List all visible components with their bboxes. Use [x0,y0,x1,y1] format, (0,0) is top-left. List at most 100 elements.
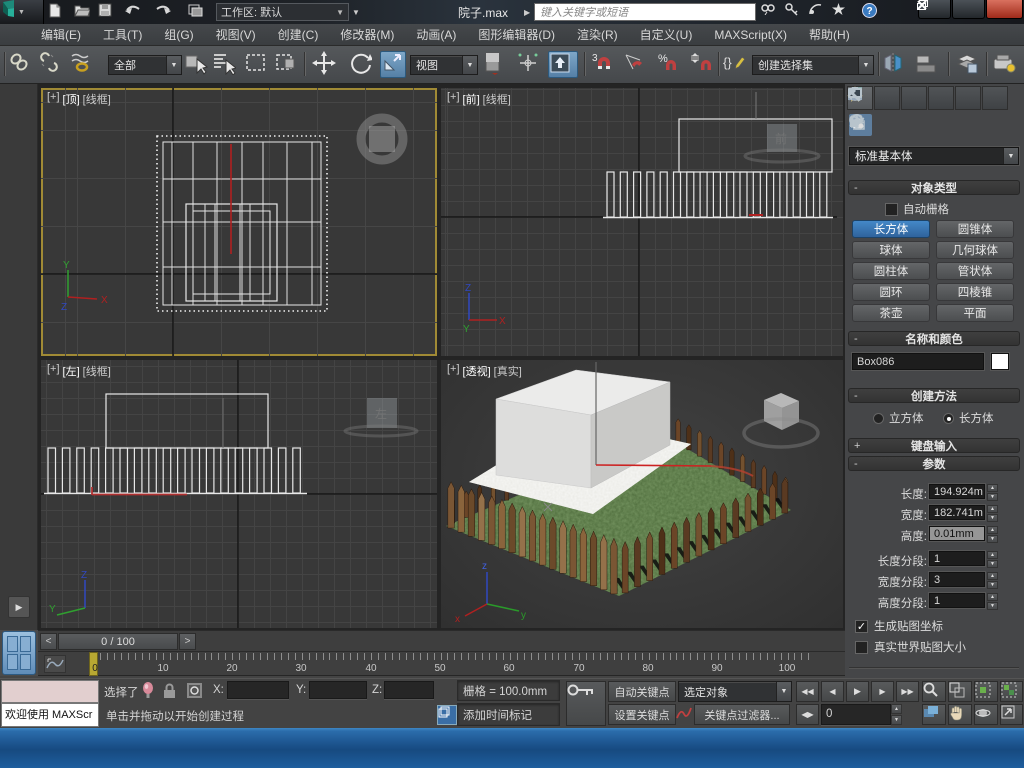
button-tube[interactable]: 管状体 [936,262,1014,280]
viewport-menu-plus[interactable]: [+] [447,363,460,379]
menu-graph-editors[interactable]: 图形编辑器(D) [467,23,566,46]
selection-filter-dropdown[interactable]: 全部▼ [108,55,182,75]
select-and-link-icon[interactable] [8,51,34,78]
zoom-icon[interactable] [922,681,946,702]
project-folder-button[interactable] [188,3,208,21]
button-plane[interactable]: 平面 [936,304,1014,322]
menu-customize[interactable]: 自定义(U) [629,23,704,46]
category-dropdown[interactable]: 标准基本体▼ [849,147,1019,165]
subtab-spacewarps[interactable] [974,114,997,136]
rollout-parameters[interactable]: -参数 [848,456,1020,471]
select-object-icon[interactable] [184,51,210,78]
subtab-lights[interactable] [899,114,922,136]
maximize-viewport-toggle[interactable] [1000,704,1023,725]
real-world-map-checkbox[interactable] [855,641,868,654]
button-box[interactable]: 长方体 [852,220,930,238]
tab-display[interactable] [955,86,981,110]
z-coord-field[interactable] [384,681,434,699]
viewport-menu-plus[interactable]: [+] [47,91,60,107]
use-pivot-center-icon[interactable] [482,51,508,78]
window-crossing-toggle-icon[interactable] [274,51,300,78]
redo-button[interactable] [154,3,174,21]
button-teapot[interactable]: 茶壶 [852,304,930,322]
button-pyramid[interactable]: 四棱锥 [936,283,1014,301]
tab-motion[interactable] [928,86,954,110]
width-spinner[interactable]: ▲▼ [987,505,998,520]
subtab-cameras[interactable] [924,114,947,136]
rollout-creation-method[interactable]: -创建方法 [848,388,1020,403]
undo-button[interactable] [124,3,144,21]
viewport-left[interactable]: 左ZY [+][左][线框] [41,360,437,628]
button-geosphere[interactable]: 几何球体 [936,241,1014,259]
width-segs-spinner[interactable]: ▲▼ [987,572,998,587]
maxscript-mini-listener-pink[interactable] [1,680,99,703]
menu-help[interactable]: 帮助(H) [798,23,861,46]
next-frame-button[interactable]: ▶ [871,681,894,702]
render-setup-icon[interactable] [992,51,1018,78]
workspace-selector[interactable]: 工作区: 默认▼ [216,3,349,21]
maxscript-mini-listener-white[interactable]: 欢迎使用 MAXScr [1,703,99,727]
viewport-shading-label[interactable]: [线框] [483,91,511,107]
viewport-pov-label[interactable]: [前] [463,91,480,107]
application-menu-button[interactable]: ▼ [0,0,44,24]
zoom-extents-icon[interactable] [974,681,998,702]
go-to-start-button[interactable]: ◀◀ [796,681,819,702]
select-and-rotate-icon[interactable] [348,51,374,78]
viewport-menu-plus[interactable]: [+] [47,363,60,379]
tab-modify[interactable] [874,86,900,110]
track-bar[interactable]: 10 20 30 40 50 60 70 80 90 100 0 [38,652,845,676]
maximize-button[interactable] [952,0,985,19]
select-by-name-icon[interactable] [212,51,238,78]
rollout-keyboard-entry[interactable]: +键盘输入 [848,438,1020,453]
viewport-shading-label[interactable]: [线框] [83,363,111,379]
next-frame-arrow[interactable]: > [179,633,196,650]
viewport-top[interactable]: YZX [+][顶][线框] [41,88,437,356]
key-mode-toggle[interactable]: ◀▶ [796,704,819,725]
pan-hand-icon[interactable] [948,704,972,725]
x-coord-field[interactable] [227,681,289,699]
play-button[interactable]: ▶ [846,681,869,702]
spinner-snap-toggle-icon[interactable] [688,51,714,78]
selected-objects-dropdown[interactable]: 选定对象▼ [678,681,792,702]
height-field[interactable]: 0.01mm [929,526,985,541]
gen-mapping-coords-checkbox[interactable]: ✓ [855,620,868,633]
width-segs-field[interactable]: 3 [929,572,985,587]
mirror-icon[interactable] [882,51,908,78]
go-to-end-button[interactable]: ▶▶ [896,681,919,702]
key-filters-button[interactable]: 关键点过滤器... [694,704,790,725]
unlink-selection-icon[interactable] [38,51,64,78]
button-cylinder[interactable]: 圆柱体 [852,262,930,280]
help-icon[interactable]: ?▼ [862,3,884,21]
length-field[interactable]: 194.924m [929,484,985,499]
orbit-icon[interactable] [974,704,998,725]
rollout-object-type[interactable]: -对象类型 [848,180,1020,195]
angle-snap-toggle-icon[interactable] [622,51,648,78]
percent-snap-toggle-icon[interactable]: % [656,51,682,78]
new-file-button[interactable] [48,3,68,21]
keyboard-shortcut-override-icon[interactable] [548,51,578,78]
frame-spinner[interactable]: ▲▼ [891,704,902,725]
radio-cube[interactable] [873,413,884,424]
menu-edit[interactable]: 编辑(E) [30,23,92,46]
creation-option-cube[interactable]: 立方体 [873,410,924,426]
search-icon[interactable] [761,3,781,21]
align-icon[interactable] [914,51,940,78]
infocenter-arrow-icon[interactable]: ▶ [524,8,530,17]
time-slider[interactable]: < 0 / 100 > [38,630,845,652]
length-segs-spinner[interactable]: ▲▼ [987,551,998,566]
autogrid-checkbox[interactable] [885,203,898,216]
menu-create[interactable]: 创建(C) [267,23,330,46]
rollout-name-color[interactable]: -名称和颜色 [848,331,1020,346]
rectangular-selection-region-icon[interactable] [244,51,270,78]
favorites-star-icon[interactable] [832,3,850,21]
layer-manager-icon[interactable] [954,51,980,78]
menu-tools[interactable]: 工具(T) [92,23,153,46]
close-button[interactable] [986,0,1023,19]
set-key-button[interactable]: 设置关键点 [608,704,676,725]
reference-coordsys-dropdown[interactable]: 视图▼ [410,55,478,75]
select-and-scale-icon[interactable] [380,51,406,78]
button-torus[interactable]: 圆环 [852,283,930,301]
key-icon[interactable] [785,3,803,21]
current-frame-field[interactable]: 0 [821,704,891,725]
set-keys-button[interactable] [566,681,606,726]
